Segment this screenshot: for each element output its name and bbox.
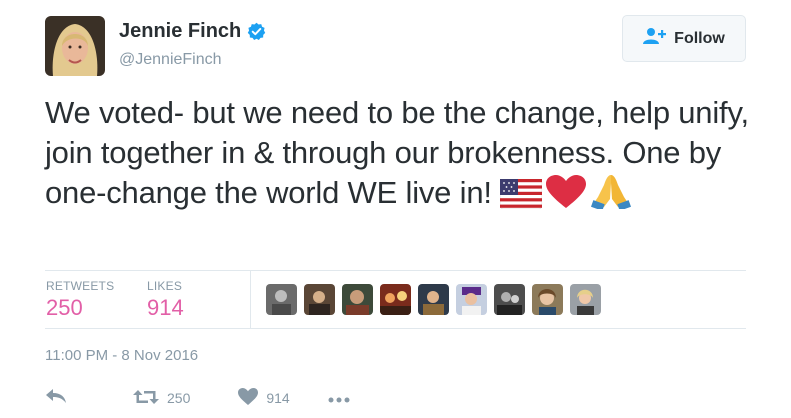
author-name-text[interactable]: Jennie Finch [119,20,241,43]
retweet-button[interactable]: 250 [133,388,190,409]
retweets-label: RETWEETS [46,279,115,293]
liker-avatar[interactable] [342,284,373,315]
liker-avatar[interactable] [456,284,487,315]
stats-top-divider [45,270,746,271]
retweets-value: 250 [46,295,83,320]
liker-avatar[interactable] [494,284,525,315]
like-button[interactable]: 914 [238,387,290,409]
liker-avatar[interactable] [570,284,601,315]
heart-icon [238,387,259,409]
retweets-stat[interactable]: RETWEETS 250 [46,279,114,321]
folded-hands-icon [590,173,632,219]
tweet-text: We voted- but we need to be the change, … [45,93,765,219]
red-heart-icon [546,175,587,219]
likes-stat[interactable]: LIKES 914 [147,279,184,321]
author-name[interactable]: Jennie Finch [119,20,266,43]
liker-avatar[interactable] [532,284,563,315]
retweet-count: 250 [167,390,191,406]
more-button[interactable] [328,390,350,406]
reply-icon [45,388,67,409]
liker-avatar[interactable] [266,284,297,315]
author-avatar[interactable] [45,16,105,76]
author-handle[interactable]: @JennieFinch [119,51,222,69]
follow-button[interactable]: Follow [622,15,746,62]
likes-label: LIKES [147,279,183,293]
tweet-body: We voted- but we need to be the change, … [45,95,749,210]
liker-avatar[interactable] [418,284,449,315]
stats-vertical-divider [250,271,251,328]
tweet-timestamp[interactable]: 11:00 PM - 8 Nov 2016 [45,347,198,364]
us-flag-icon [499,178,543,219]
liker-avatar[interactable] [304,284,335,315]
add-user-icon [643,27,667,50]
like-count: 914 [266,390,290,406]
follow-button-label: Follow [674,29,725,47]
tweet-actions: 250 914 [45,386,350,410]
stats-bottom-divider [45,328,746,329]
verified-badge-icon [247,22,266,41]
liker-avatar[interactable] [380,284,411,315]
likes-value: 914 [147,295,184,320]
reply-button[interactable] [45,388,67,409]
more-options-icon [328,390,350,406]
retweet-icon [133,388,159,409]
liker-avatars [266,284,601,315]
